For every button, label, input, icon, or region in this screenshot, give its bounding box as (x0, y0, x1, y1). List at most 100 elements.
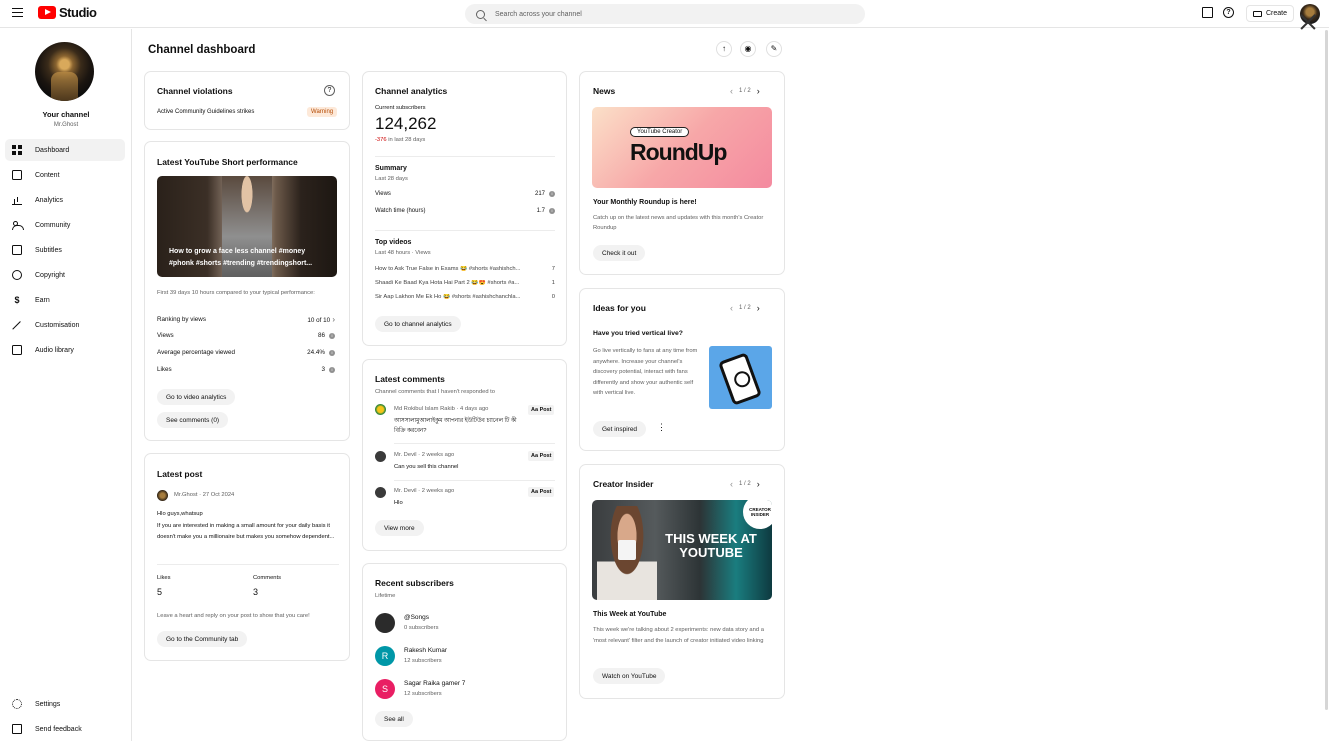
upload-icon[interactable]: ↑ (716, 41, 732, 57)
chevron-left-icon[interactable]: ‹ (730, 479, 733, 489)
channel-analytics-button[interactable]: Go to channel analytics (375, 316, 461, 332)
info-icon[interactable]: i (549, 208, 555, 214)
messages-icon[interactable] (1202, 7, 1213, 18)
insider-headline[interactable]: This Week at YouTube (593, 611, 666, 618)
sidebar-item-settings[interactable]: Settings (5, 693, 125, 715)
short-title[interactable]: How to grow a face less channel #money #… (169, 246, 329, 270)
video-analytics-button[interactable]: Go to video analytics (157, 389, 236, 405)
see-comments-button[interactable]: See comments (0) (157, 412, 229, 428)
stat-label: Watch time (hours) (375, 208, 426, 214)
info-icon[interactable]: i (329, 350, 335, 356)
top-video-row[interactable]: Shaadi Ke Baad Kya Hota Hai Part 2 😂😍 #s… (375, 280, 555, 286)
chevron-right-icon[interactable]: › (330, 315, 335, 324)
top-video-row[interactable]: Sir Aap Lakhon Me Ek Ho 😂 #shorts #ashis… (375, 294, 555, 300)
watch-on-youtube-button[interactable]: Watch on YouTube (593, 668, 666, 684)
stat-row-ranking: Ranking by views 10 of 10 › (157, 315, 335, 324)
avatar[interactable] (375, 613, 395, 633)
avatar[interactable]: R (375, 646, 395, 666)
avatar[interactable] (375, 451, 386, 462)
short-thumbnail[interactable]: How to grow a face less channel #money #… (157, 176, 337, 277)
card-title: Channel analytics (375, 86, 448, 96)
search-input[interactable]: Search across your channel (495, 11, 582, 18)
avatar[interactable] (375, 487, 386, 498)
sidebar-item-content[interactable]: Content (5, 164, 125, 186)
view-more-button[interactable]: View more (375, 520, 424, 536)
get-inspired-button[interactable]: Get inspired (593, 421, 647, 437)
your-channel-label[interactable]: Your channel (0, 110, 132, 119)
subscriber-name[interactable]: @Songs (404, 614, 429, 621)
go-live-icon[interactable]: ◉ (740, 41, 756, 57)
summary-period: Last 28 days (375, 176, 408, 182)
info-icon[interactable]: i (329, 333, 335, 339)
sidebar-item-community[interactable]: Community (5, 214, 125, 236)
video-views: 0 (551, 294, 555, 300)
news-headline[interactable]: Your Monthly Roundup is here! (593, 199, 697, 206)
video-views: 7 (551, 266, 555, 272)
check-it-out-button[interactable]: Check it out (593, 245, 646, 261)
divider (157, 564, 339, 565)
comment-author[interactable]: Md Rokibul Islam Rakib (394, 406, 455, 412)
studio-logo[interactable]: Studio (38, 5, 97, 20)
news-thumbnail[interactable]: YouTube Creator RoundUp (592, 107, 772, 188)
post-comment-button[interactable]: Aa Post (528, 487, 555, 497)
comment-author[interactable]: Mr. Devil (394, 488, 417, 494)
info-icon[interactable]: i (549, 191, 555, 197)
sidebar-item-earn[interactable]: $ Earn (5, 289, 125, 311)
news-img-text: RoundUp (630, 139, 727, 165)
sidebar-item-dashboard[interactable]: Dashboard (5, 139, 125, 161)
comment-text: আসসালামুআলাইকুম আপনার ইউটিউব চ্যানেল টি … (394, 418, 517, 434)
help-icon[interactable]: ? (324, 85, 335, 96)
channel-avatar[interactable] (35, 42, 94, 101)
more-options-icon[interactable]: ⋮ (657, 422, 666, 433)
avatar[interactable] (375, 404, 386, 415)
page-scrollbar[interactable] (1325, 30, 1328, 710)
sidebar-item-customisation[interactable]: Customisation (5, 314, 125, 336)
post-comment-button[interactable]: Aa Post (528, 405, 555, 415)
comments-value: 3 (253, 587, 259, 597)
chevron-left-icon[interactable]: ‹ (730, 303, 733, 313)
video-title: Sir Aap Lakhon Me Ek Ho 😂 #shorts #ashis… (375, 294, 521, 300)
comment-meta: Mr. Devil · 2 weeks ago (394, 488, 455, 494)
comment-author[interactable]: Mr. Devil (394, 452, 417, 458)
likes-label: Likes (157, 575, 171, 581)
summary-row-watch-time: Watch time (hours) 1.7 i (375, 208, 555, 214)
sidebar-item-copyright[interactable]: Copyright (5, 264, 125, 286)
create-label: Create (1266, 10, 1288, 17)
card-title: Channel violations (157, 86, 233, 96)
post-body[interactable]: If you are interested in making a small … (157, 521, 339, 542)
sidebar-item-send-feedback[interactable]: Send feedback (5, 718, 125, 740)
close-icon[interactable] (1298, 12, 1318, 32)
sidebar-item-label: Content (35, 171, 60, 179)
stat-row-avg-viewed: Average percentage viewed 24.4% i (157, 349, 335, 356)
help-icon[interactable]: ? (1223, 7, 1234, 18)
info-icon[interactable]: i (329, 367, 335, 373)
sidebar-item-label: Audio library (35, 346, 74, 354)
menu-icon[interactable] (12, 8, 23, 17)
top-video-row[interactable]: How to Ask True False in Exams 😂 #shorts… (375, 266, 555, 272)
search-bar[interactable]: Search across your channel (465, 4, 865, 24)
strikes-label[interactable]: Active Community Guidelines strikes (157, 109, 254, 115)
search-icon (476, 9, 485, 19)
post-comment-button[interactable]: Aa Post (528, 451, 555, 461)
chevron-left-icon[interactable]: ‹ (730, 86, 733, 96)
create-button[interactable]: Create (1246, 5, 1295, 22)
chevron-right-icon[interactable]: › (757, 303, 760, 313)
sidebar-item-audio-library[interactable]: Audio library (5, 339, 125, 361)
subscriber-name[interactable]: Rakesh Kumar (404, 647, 447, 654)
video-views: 1 (551, 280, 555, 286)
change-suffix: in last 28 days (388, 137, 426, 143)
latest-comments-card: Latest comments Channel comments that I … (362, 359, 567, 551)
avatar[interactable]: S (375, 679, 395, 699)
ideas-thumbnail (709, 346, 772, 409)
chevron-right-icon[interactable]: › (757, 86, 760, 96)
chevron-right-icon[interactable]: › (757, 479, 760, 489)
insider-thumbnail[interactable]: THIS WEEK AT YOUTUBE CREATOR INSIDER (592, 500, 772, 600)
create-post-icon[interactable]: ✎ (766, 41, 782, 57)
sidebar-item-label: Dashboard (35, 146, 70, 154)
sidebar-item-subtitles[interactable]: Subtitles (5, 239, 125, 261)
community-tab-button[interactable]: Go to the Community tab (157, 631, 248, 647)
see-all-button[interactable]: See all (375, 711, 413, 727)
subscriber-name[interactable]: Sagar Raika gamer 7 (404, 680, 465, 687)
settings-icon (12, 699, 22, 709)
sidebar-item-analytics[interactable]: Analytics (5, 189, 125, 211)
